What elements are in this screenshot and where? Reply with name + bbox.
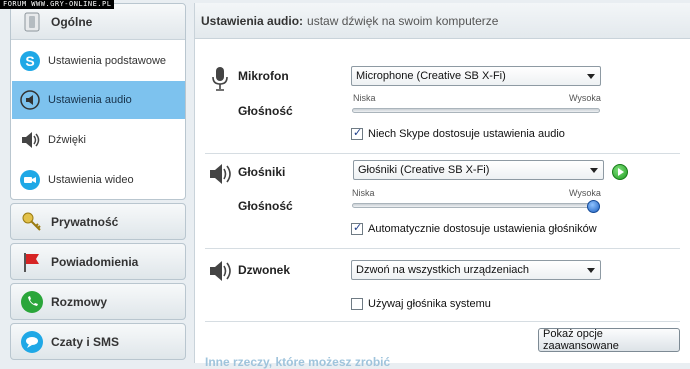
chevron-down-icon [587, 268, 595, 273]
skype-icon: S [18, 49, 42, 73]
speakers-select[interactable]: Głośniki (Creative SB X-Fi) [353, 160, 604, 180]
checkbox-box[interactable] [351, 298, 363, 310]
speakers-auto-label: Automatycznie dostosuje ustawienia głośn… [368, 223, 597, 235]
divider [205, 321, 680, 322]
panel-header: Ustawienia audio: ustaw dźwięk na swoim … [195, 3, 690, 39]
speaker-icon [207, 161, 231, 185]
chevron-down-icon [587, 74, 595, 79]
category-notifications-label: Powiadomienia [51, 254, 139, 269]
system-speaker-checkbox[interactable]: Używaj głośnika systemu [351, 298, 491, 310]
sidebar-item-label: Ustawienia podstawowe [48, 55, 167, 67]
category-privacy[interactable]: Prywatność [10, 203, 186, 240]
category-chats-label: Czaty i SMS [51, 334, 120, 349]
general-settings-icon [19, 9, 45, 35]
microphone-auto-label: Niech Skype dostosuje ustawienia audio [368, 128, 565, 140]
video-icon [18, 168, 42, 192]
phone-icon [19, 289, 45, 315]
microphone-auto-checkbox[interactable]: Niech Skype dostosuje ustawienia audio [351, 126, 565, 140]
microphone-scale-low: Niska [353, 93, 376, 103]
play-test-sound-button[interactable] [612, 164, 628, 180]
chevron-down-icon [590, 168, 598, 173]
checkbox-box[interactable] [351, 126, 363, 140]
speakers-volume-label: Głośność [238, 199, 293, 213]
category-calls[interactable]: Rozmowy [10, 283, 186, 320]
speakers-label: Głośniki [238, 165, 286, 179]
keys-icon [19, 209, 45, 235]
sidebar-item-basic[interactable]: S Ustawienia podstawowe [12, 42, 185, 80]
speaker-icon [18, 128, 42, 152]
speakers-select-value: Głośniki (Creative SB X-Fi) [358, 164, 490, 176]
category-privacy-label: Prywatność [51, 214, 119, 229]
chat-icon [19, 329, 45, 355]
microphone-volume-slider[interactable] [352, 108, 600, 113]
show-advanced-button[interactable]: Pokaż opcje zaawansowane [538, 328, 680, 352]
speakers-volume-slider[interactable] [352, 203, 600, 208]
ringer-label: Dzwonek [238, 263, 291, 277]
category-notifications[interactable]: Powiadomienia [10, 243, 186, 280]
flag-icon [19, 249, 45, 275]
ringer-select-value: Dzwoń na wszystkich urządzeniach [356, 264, 530, 276]
microphone-icon [209, 66, 233, 91]
category-chats[interactable]: Czaty i SMS [10, 323, 186, 360]
microphone-select-value: Microphone (Creative SB X-Fi) [356, 70, 506, 82]
page-title: Ustawienia audio: [201, 13, 304, 28]
sidebar-item-video[interactable]: Ustawienia wideo [12, 161, 185, 199]
sidebar: Ogólne S Ustawienia podstawowe Ustawieni… [10, 3, 187, 363]
microphone-label: Mikrofon [238, 69, 289, 83]
main-panel: Ustawienia audio: ustaw dźwięk na swoim … [194, 3, 690, 369]
speaker-icon [207, 258, 231, 282]
microphone-select[interactable]: Microphone (Creative SB X-Fi) [351, 66, 601, 86]
sidebar-item-sounds[interactable]: Dźwięki [12, 121, 185, 159]
sidebar-item-label: Dźwięki [48, 134, 86, 146]
svg-text:S: S [25, 53, 34, 69]
page-subtitle: ustaw dźwięk na swoim komputerze [307, 13, 499, 28]
speakers-scale-low: Niska [352, 188, 375, 198]
sidebar-item-audio[interactable]: Ustawienia audio [12, 81, 185, 119]
category-general: Ogólne S Ustawienia podstawowe Ustawieni… [10, 3, 186, 200]
category-general-label: Ogólne [51, 14, 93, 29]
checkbox-box[interactable] [351, 221, 363, 235]
microphone-volume-label: Głośność [238, 104, 293, 118]
speakers-auto-checkbox[interactable]: Automatycznie dostosuje ustawienia głośn… [351, 221, 597, 235]
category-general-header[interactable]: Ogólne [11, 4, 185, 40]
sidebar-item-label: Ustawienia wideo [48, 174, 134, 186]
microphone-scale-high: Wysoka [569, 93, 601, 103]
divider [205, 153, 680, 154]
speakers-volume-knob[interactable] [587, 200, 600, 213]
system-speaker-label: Używaj głośnika systemu [368, 298, 491, 310]
speakers-scale-high: Wysoka [569, 188, 601, 198]
audio-settings-icon [18, 88, 42, 112]
ringer-select[interactable]: Dzwoń na wszystkich urządzeniach [351, 260, 601, 280]
sidebar-item-label: Ustawienia audio [48, 94, 132, 106]
category-calls-label: Rozmowy [51, 294, 108, 309]
watermark: FORUM WWW.GRY-ONLINE.PL [0, 0, 115, 9]
divider [205, 248, 680, 249]
other-things-link[interactable]: Inne rzeczy, które możesz zrobić [205, 355, 390, 369]
